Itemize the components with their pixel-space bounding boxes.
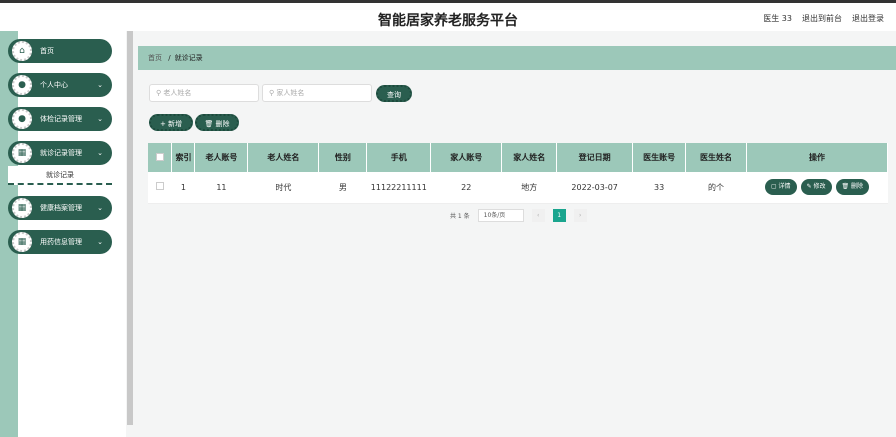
user-label: 医生 33 bbox=[763, 14, 792, 23]
detail-button[interactable]: ▢ 详情 bbox=[764, 179, 797, 196]
cell: 2022-03-07 bbox=[556, 172, 633, 204]
menu-item-4[interactable]: ▦ 健康档案管理 ⌄ bbox=[8, 196, 112, 220]
menu-label: 个人中心 bbox=[40, 81, 68, 89]
chevron-down-icon: ⌄ bbox=[97, 149, 103, 157]
family-name-input[interactable]: ⚲ 家人姓名 bbox=[262, 84, 372, 102]
breadcrumb-separator: / bbox=[168, 54, 171, 62]
breadcrumb: 首页 / 就诊记录 bbox=[138, 46, 896, 70]
column-header[interactable]: 操作 bbox=[746, 143, 888, 172]
column-header[interactable]: 登记日期 bbox=[556, 143, 634, 172]
menu-item-3[interactable]: ▦ 就诊记录管理 ⌄ bbox=[8, 141, 112, 165]
column-header[interactable]: 医生账号 bbox=[632, 143, 687, 172]
row-checkbox[interactable] bbox=[148, 172, 172, 204]
elder-name-input[interactable]: ⚲ 老人姓名 bbox=[149, 84, 259, 102]
grid-icon: ▦ bbox=[12, 198, 32, 218]
submenu-item-visit-records[interactable]: 就诊记录 bbox=[8, 166, 112, 185]
cell: 11122211111 bbox=[366, 172, 431, 204]
placeholder: 家人姓名 bbox=[276, 89, 305, 97]
chevron-down-icon: ⌄ bbox=[97, 238, 103, 246]
column-header[interactable]: 手机 bbox=[366, 143, 432, 172]
sidebar-scrollbar[interactable] bbox=[127, 31, 133, 425]
column-header[interactable]: 老人账号 bbox=[194, 143, 249, 172]
add-button[interactable]: + 新增 bbox=[149, 114, 193, 131]
user-icon: ● bbox=[12, 75, 32, 95]
chevron-down-icon: ⌄ bbox=[97, 204, 103, 212]
grid-icon: ▦ bbox=[12, 143, 32, 163]
cell: 22 bbox=[430, 172, 502, 204]
cell: 1 bbox=[171, 172, 195, 204]
menu-item-5[interactable]: ▦ 用药信息管理 ⌄ bbox=[8, 230, 112, 254]
records-table: 索引 老人账号 老人姓名 性别 手机 家人账号 家人姓名 登记日期 医生账号 医生姓名 操作 1 11… bbox=[148, 143, 888, 204]
chevron-down-icon: ⌄ bbox=[97, 115, 103, 123]
column-header[interactable]: 老人姓名 bbox=[247, 143, 320, 172]
column-header[interactable]: 家人姓名 bbox=[501, 143, 558, 172]
menu-label: 健康档案管理 bbox=[40, 204, 82, 212]
menu-label: 首页 bbox=[40, 47, 54, 55]
delete-button[interactable]: 🗑 删除 bbox=[195, 114, 239, 131]
app-title: 智能居家养老服务平台 bbox=[378, 13, 518, 29]
table-row: 1 11 时代男 11122211111 22 地方 2022-03-07 33 的个 ▢ 详情 ✎… bbox=[148, 172, 888, 204]
cell: 33 bbox=[632, 172, 686, 204]
cell: 的个 bbox=[685, 172, 747, 204]
cell: 男 bbox=[318, 172, 367, 204]
menu-item-2[interactable]: ● 体检记录管理 ⌄ bbox=[8, 107, 112, 131]
logout-link[interactable]: 退出登录 bbox=[852, 13, 884, 24]
page-size-select[interactable]: 10条/页 bbox=[477, 209, 524, 222]
operations: ▢ 详情 ✎ 修改 🗑 删除 bbox=[746, 172, 888, 204]
breadcrumb-home[interactable]: 首页 bbox=[148, 54, 162, 62]
user-icon: ● bbox=[12, 109, 32, 129]
edit-button[interactable]: ✎ 修改 bbox=[800, 179, 832, 196]
delete-button[interactable]: 🗑 删除 bbox=[835, 179, 870, 196]
column-header[interactable]: 性别 bbox=[318, 143, 368, 172]
query-button[interactable]: 查询 bbox=[376, 85, 412, 102]
menu-label: 用药信息管理 bbox=[40, 238, 82, 246]
pagination: 共 1 条 10条/页 ‹ 1 › bbox=[450, 209, 587, 222]
home-icon: ⌂ bbox=[12, 41, 32, 61]
grid-icon: ▦ bbox=[12, 232, 32, 252]
select-all[interactable] bbox=[148, 143, 173, 172]
cell: 时代 bbox=[247, 172, 319, 204]
prev-page[interactable]: ‹ bbox=[531, 209, 545, 222]
breadcrumb-current: 就诊记录 bbox=[174, 54, 203, 62]
cell: 地方 bbox=[501, 172, 557, 204]
menu-item-0[interactable]: ⌂ 首页 bbox=[8, 39, 112, 63]
column-header[interactable]: 医生姓名 bbox=[685, 143, 748, 172]
menu-label: 体检记录管理 bbox=[40, 115, 82, 123]
column-header[interactable]: 索引 bbox=[171, 143, 196, 172]
column-header[interactable]: 家人账号 bbox=[430, 143, 503, 172]
menu-item-1[interactable]: ● 个人中心 ⌄ bbox=[8, 73, 112, 97]
next-page[interactable]: › bbox=[573, 209, 587, 222]
chevron-down-icon: ⌄ bbox=[97, 81, 103, 89]
menu-label: 就诊记录管理 bbox=[40, 149, 82, 157]
total-count: 共 1 条 bbox=[450, 213, 470, 220]
front-link[interactable]: 退出到前台 bbox=[802, 13, 842, 24]
cell: 11 bbox=[194, 172, 248, 204]
page-1[interactable]: 1 bbox=[552, 209, 566, 222]
top-bar: 智能居家养老服务平台 医生 33 退出到前台 退出登录 bbox=[0, 0, 896, 31]
placeholder: 老人姓名 bbox=[163, 89, 192, 97]
